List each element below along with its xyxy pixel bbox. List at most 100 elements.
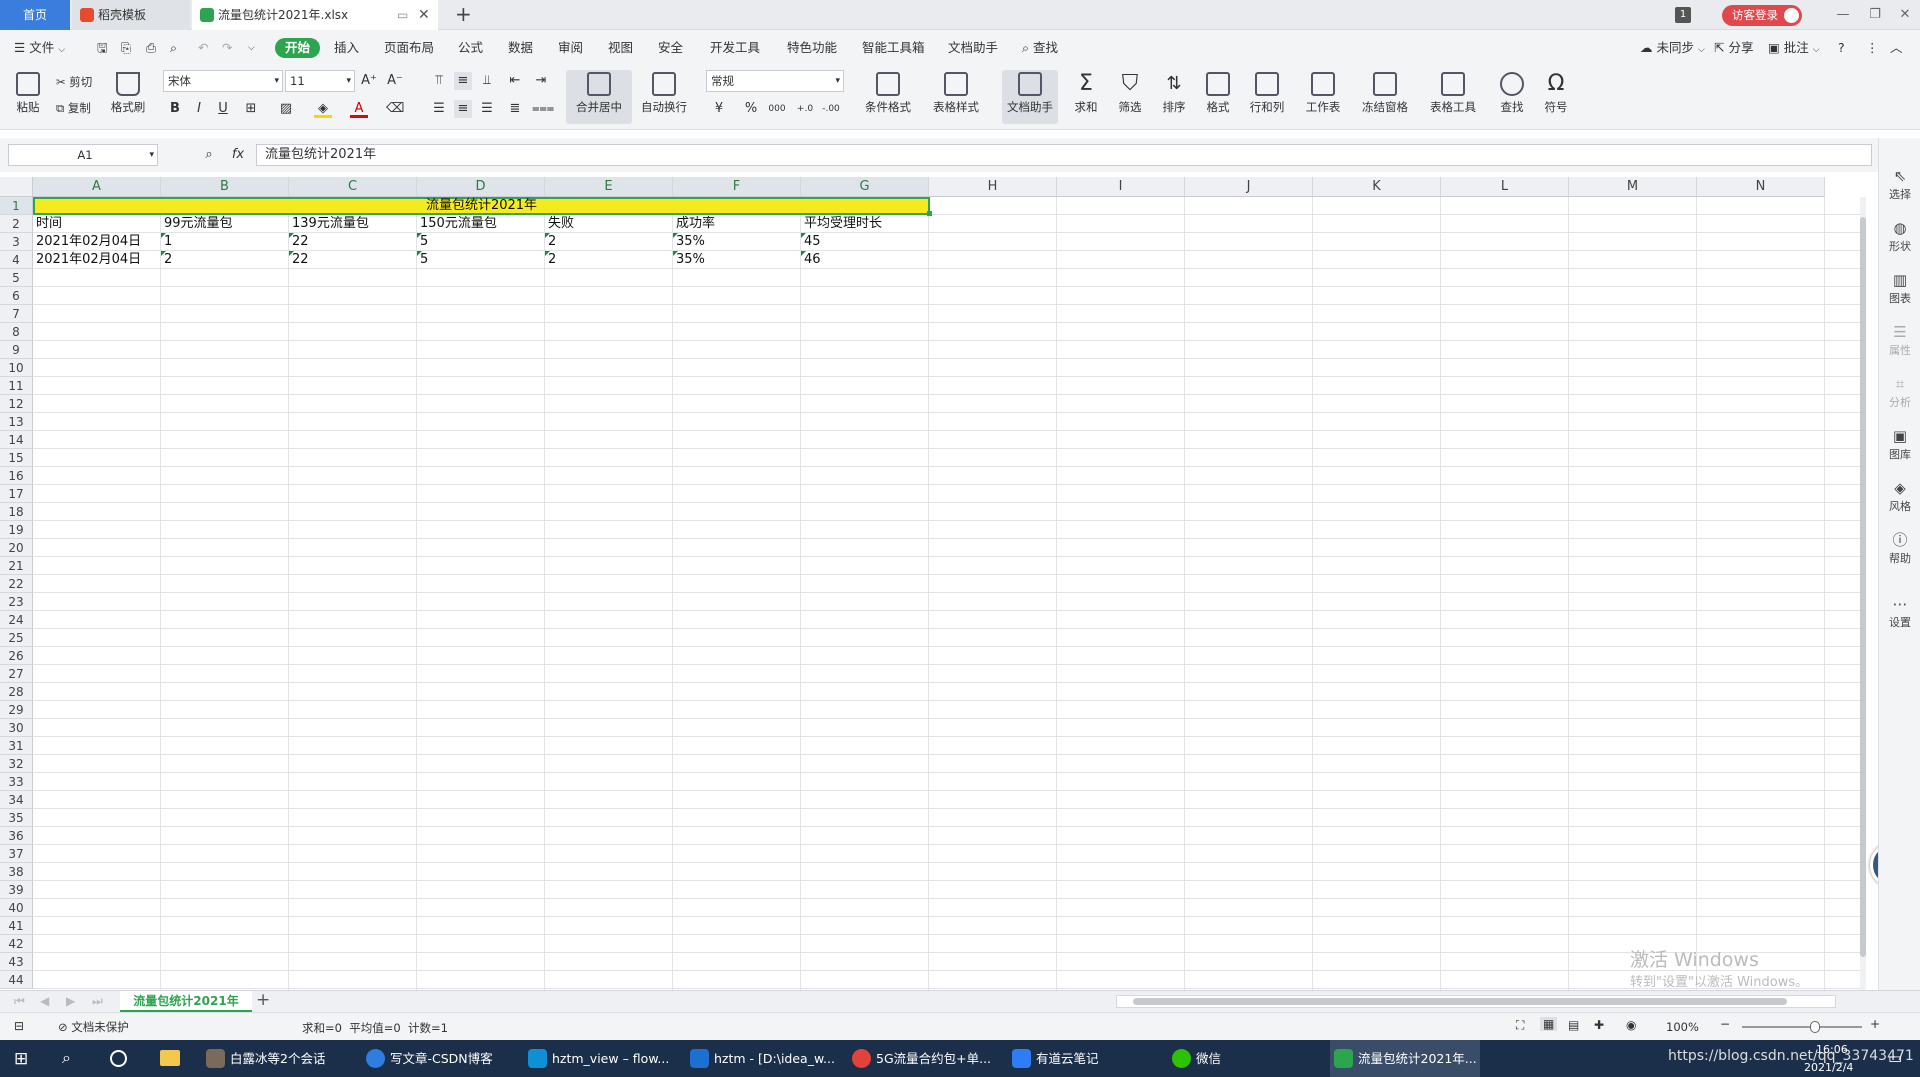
- clock-date[interactable]: 2021/2/4: [1804, 1061, 1853, 1074]
- annotate-button[interactable]: ▣ 批注 ⌵: [1768, 38, 1820, 58]
- column-header-A[interactable]: A: [33, 177, 161, 197]
- wrap-text-button[interactable]: 自动换行: [638, 72, 690, 115]
- taskbar-item-chrome[interactable]: 5G流量合约包+单...: [848, 1040, 998, 1077]
- cell-A2[interactable]: 时间: [33, 215, 161, 233]
- format-painter-button[interactable]: 格式刷: [108, 72, 148, 115]
- taskbar-item-wps[interactable]: 流量包统计2021年...: [1330, 1040, 1480, 1077]
- column-header-I[interactable]: I: [1057, 177, 1185, 197]
- filter-button[interactable]: ⛉ 筛选: [1112, 72, 1148, 115]
- column-header-L[interactable]: L: [1441, 177, 1569, 197]
- new-tab-button[interactable]: +: [455, 2, 472, 26]
- row-header-21[interactable]: 21: [0, 557, 33, 575]
- login-button[interactable]: 访客登录: [1722, 5, 1802, 26]
- cell-E2[interactable]: 失败: [545, 215, 673, 233]
- font-size-select[interactable]: 11 ▾: [285, 70, 355, 92]
- sheet-nav-last-icon[interactable]: ⏭: [92, 994, 103, 1009]
- row-header-18[interactable]: 18: [0, 503, 33, 521]
- zoom-in-icon[interactable]: +: [1870, 1017, 1880, 1031]
- side-gallery[interactable]: ▣ 图库: [1879, 428, 1920, 462]
- macro-icon[interactable]: ⊟: [14, 1019, 24, 1033]
- cell-F3[interactable]: 35%: [673, 233, 801, 251]
- percent-icon[interactable]: %: [742, 100, 760, 118]
- font-color-icon[interactable]: A: [350, 100, 368, 118]
- row-header-30[interactable]: 30: [0, 719, 33, 737]
- row-header-4[interactable]: 4: [0, 251, 33, 269]
- print-icon[interactable]: ⎙: [146, 38, 156, 58]
- row-header-9[interactable]: 9: [0, 341, 33, 359]
- cut-button[interactable]: ✂ 剪切: [56, 74, 92, 90]
- row-header-28[interactable]: 28: [0, 683, 33, 701]
- column-header-G[interactable]: G: [801, 177, 929, 197]
- row-header-35[interactable]: 35: [0, 809, 33, 827]
- row-header-14[interactable]: 14: [0, 431, 33, 449]
- align-right-icon[interactable]: ☰: [478, 100, 496, 118]
- paste-button[interactable]: 粘贴: [10, 72, 46, 115]
- row-header-2[interactable]: 2: [0, 215, 33, 233]
- row-header-27[interactable]: 27: [0, 665, 33, 683]
- zoom-slider-thumb[interactable]: [1810, 1021, 1820, 1033]
- restore-button[interactable]: ❐: [1858, 0, 1892, 30]
- notification-icon[interactable]: ▭: [1888, 1049, 1902, 1067]
- add-sheet-button[interactable]: +: [256, 990, 270, 1010]
- row-header-15[interactable]: 15: [0, 449, 33, 467]
- fx-icon[interactable]: fx: [228, 146, 248, 164]
- row-header-44[interactable]: 44: [0, 971, 33, 989]
- cell-style-icon[interactable]: ▨: [277, 100, 295, 118]
- row-header-38[interactable]: 38: [0, 863, 33, 881]
- align-middle-icon[interactable]: ≡: [454, 72, 472, 90]
- row-header-36[interactable]: 36: [0, 827, 33, 845]
- doc-assistant-button[interactable]: 文档助手: [1002, 70, 1058, 124]
- spreadsheet-grid[interactable]: ABCDEFGHIJKLMN 1 2 3 4 5 6 7 8 9 10 11 12 13 14 15 16 17…: [0, 177, 1866, 990]
- select-all-corner[interactable]: [0, 177, 33, 197]
- cell-D3[interactable]: 5: [417, 233, 545, 251]
- row-header-12[interactable]: 12: [0, 395, 33, 413]
- row-header-33[interactable]: 33: [0, 773, 33, 791]
- row-header-41[interactable]: 41: [0, 917, 33, 935]
- vertical-scroll-thumb[interactable]: [1860, 217, 1866, 957]
- menu-view[interactable]: 视图: [608, 38, 633, 58]
- taskbar-item-webstorm[interactable]: hztm_view – flow...: [524, 1040, 674, 1077]
- name-box[interactable]: A1 ▾: [8, 144, 158, 166]
- taskbar-item-qq[interactable]: 白露冰等2个会话: [202, 1040, 352, 1077]
- tab-template[interactable]: 稻壳模板: [72, 0, 190, 30]
- italic-icon[interactable]: I: [190, 100, 208, 118]
- eraser-icon[interactable]: ⌫: [386, 100, 404, 118]
- page-break-view-icon[interactable]: ▤: [1568, 1018, 1579, 1032]
- indent-decrease-icon[interactable]: ⇤: [506, 72, 524, 90]
- menu-features[interactable]: 特色功能: [787, 38, 837, 58]
- increase-font-icon[interactable]: A⁺: [360, 72, 378, 90]
- font-name-select[interactable]: 宋体 ▾: [163, 70, 283, 92]
- cell-G2[interactable]: 平均受理时长: [801, 215, 929, 233]
- bold-icon[interactable]: B: [166, 100, 184, 118]
- column-header-E[interactable]: E: [545, 177, 673, 197]
- row-header-1[interactable]: 1: [0, 197, 33, 215]
- cell-A4[interactable]: 2021年02月04日: [33, 251, 161, 269]
- freeze-panes-button[interactable]: 冻结窗格: [1356, 72, 1414, 115]
- cell-E3[interactable]: 2: [545, 233, 673, 251]
- zoom-level[interactable]: 100%: [1666, 1020, 1699, 1034]
- tab-home[interactable]: 首页: [0, 0, 70, 30]
- side-style[interactable]: ◈ 风格: [1879, 480, 1920, 514]
- side-help[interactable]: ⓘ 帮助: [1879, 532, 1920, 566]
- sort-button[interactable]: ⇅ 排序: [1156, 72, 1192, 115]
- close-button[interactable]: ✕: [1888, 0, 1920, 30]
- row-header-24[interactable]: 24: [0, 611, 33, 629]
- menu-doc-assistant[interactable]: 文档助手: [948, 38, 998, 58]
- row-header-26[interactable]: 26: [0, 647, 33, 665]
- align-left-icon[interactable]: ☰: [430, 100, 448, 118]
- redo-icon[interactable]: ↷: [222, 38, 232, 58]
- eye-protect-icon[interactable]: ◉: [1626, 1018, 1636, 1032]
- align-top-icon[interactable]: ⫪: [430, 72, 448, 90]
- help-icon[interactable]: ?: [1838, 38, 1845, 58]
- rowcol-button[interactable]: 行和列: [1244, 72, 1290, 115]
- row-header-22[interactable]: 22: [0, 575, 33, 593]
- share-button[interactable]: ⇱ 分享: [1714, 38, 1753, 58]
- cell-C2[interactable]: 139元流量包: [289, 215, 417, 233]
- row-header-34[interactable]: 34: [0, 791, 33, 809]
- column-header-H[interactable]: H: [929, 177, 1057, 197]
- sheet-nav-first-icon[interactable]: ⏮: [14, 994, 25, 1009]
- underline-icon[interactable]: U: [214, 100, 232, 118]
- column-header-M[interactable]: M: [1569, 177, 1697, 197]
- side-analysis[interactable]: ⌗ 分析: [1879, 376, 1920, 410]
- protect-status[interactable]: ⊘ 文档未保护: [58, 1019, 129, 1035]
